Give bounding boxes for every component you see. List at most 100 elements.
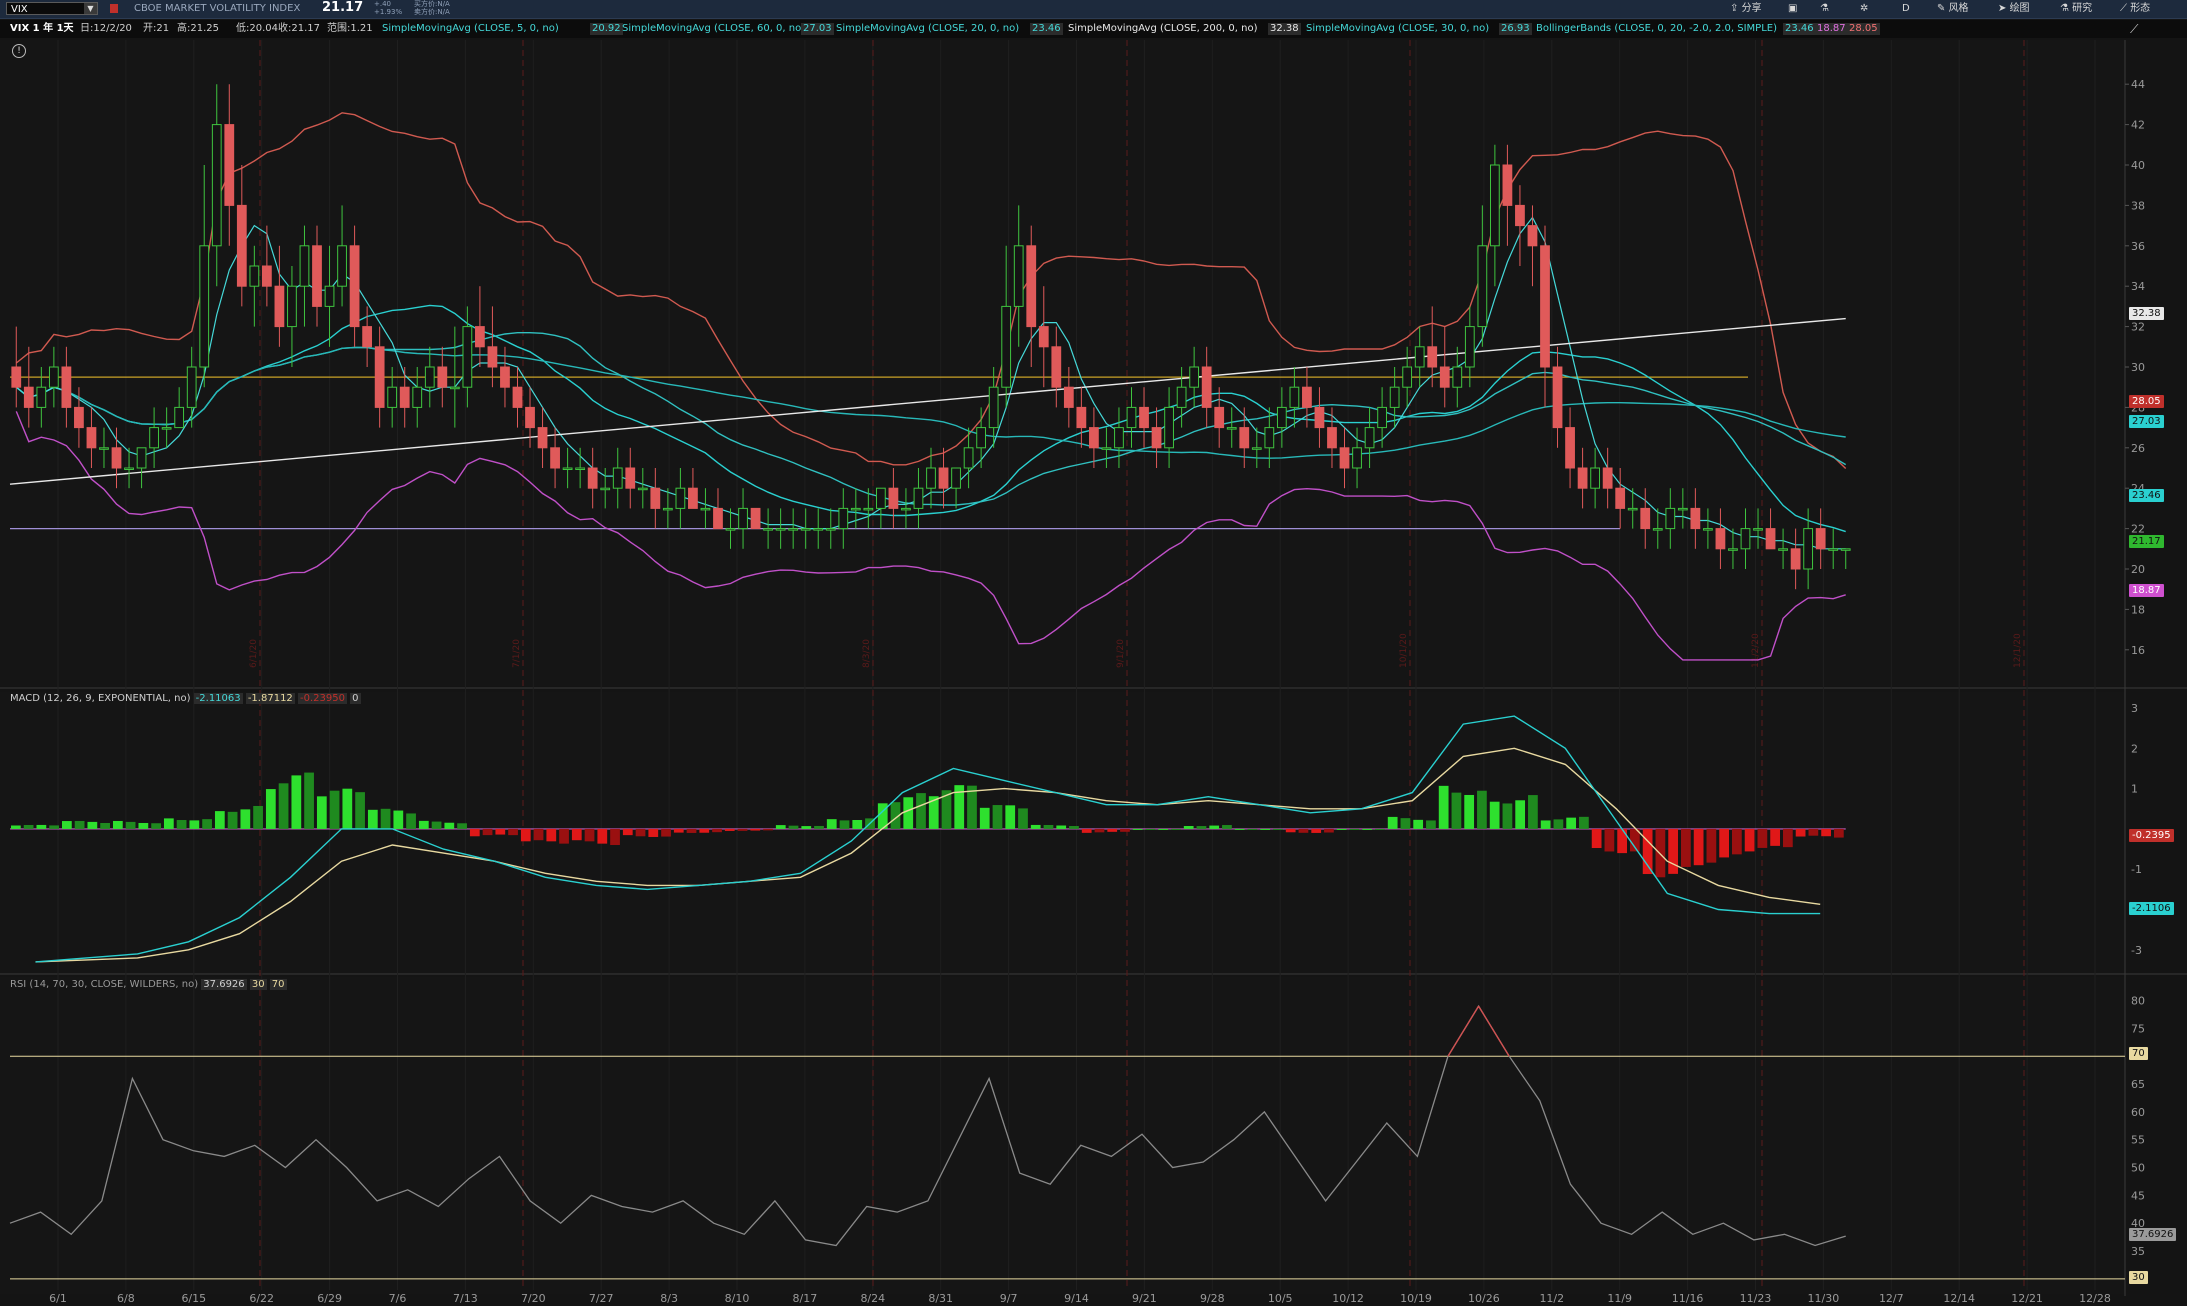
- macd-hist-bar: [138, 822, 149, 829]
- x-tick-label: 9/14: [1064, 1292, 1089, 1305]
- candle-body: [48, 366, 59, 388]
- candle-body: [11, 366, 22, 388]
- macd-title[interactable]: MACD (12, 26, 9, EXPONENTIAL, no): [10, 693, 190, 704]
- candle-body: [1176, 386, 1187, 408]
- macd-hist-bar: [1770, 828, 1780, 846]
- candle-body: [1677, 507, 1688, 511]
- macd-hist-bar: [788, 825, 799, 829]
- candle-body: [1477, 245, 1488, 328]
- macd-hist-bar: [23, 824, 34, 829]
- candle-body: [963, 447, 974, 469]
- candle-body: [1715, 528, 1726, 550]
- candle-body: [1464, 326, 1475, 368]
- macd-hist-bar: [699, 828, 710, 833]
- macd-hist-bar: [355, 792, 365, 829]
- macd-hist-bar: [737, 828, 748, 831]
- candle-body: [1089, 427, 1099, 449]
- candle-body: [1314, 406, 1325, 429]
- candle-body: [1226, 427, 1237, 430]
- candle-body: [174, 406, 185, 429]
- rsi-y-tick-label: 60: [2131, 1106, 2145, 1119]
- sma20-tag: 23.46: [2129, 489, 2164, 502]
- candle-body: [562, 467, 573, 470]
- macd-zero: 0: [350, 693, 361, 704]
- candle-body: [1740, 528, 1751, 550]
- candle-body: [1201, 366, 1212, 408]
- macd-hist-bar: [1030, 824, 1041, 829]
- macd-hist-bar: [1005, 805, 1016, 829]
- candle-body: [863, 507, 874, 511]
- x-tick-label: 8/10: [725, 1292, 750, 1305]
- candle-body: [587, 467, 598, 489]
- x-tick-label: 6/1: [49, 1292, 67, 1305]
- macd-hist-bar: [329, 790, 340, 829]
- macd-hist-bar: [839, 820, 850, 829]
- candle-body: [988, 386, 999, 429]
- x-tick-label: 12/21: [2011, 1292, 2043, 1305]
- month-label: 7/1/20: [512, 639, 522, 668]
- macd-hist-bar: [1515, 800, 1526, 829]
- macd-hist-bar: [342, 788, 353, 829]
- candle-body: [800, 528, 811, 531]
- month-label: 10/1/20: [1399, 633, 1409, 668]
- candle-body: [875, 487, 886, 509]
- macd-hist-bar: [992, 805, 1003, 829]
- candle-body: [23, 386, 34, 408]
- y-tick-label: 30: [2131, 361, 2145, 374]
- macd-hist-bar: [176, 820, 187, 829]
- candle-body: [299, 245, 310, 287]
- sma200-tag: 32.38: [2129, 307, 2164, 320]
- rsi-y-tick-label: 45: [2131, 1189, 2145, 1202]
- macd-hist-bar: [36, 824, 47, 829]
- candle-body: [901, 507, 911, 511]
- x-tick-label: 6/29: [317, 1292, 342, 1305]
- candle-body: [211, 124, 222, 247]
- candle-body: [775, 528, 786, 531]
- candle-body: [926, 467, 936, 489]
- y-tick-label: 44: [2131, 78, 2145, 91]
- drawing-tool-icon[interactable]: ⟋: [2130, 22, 2138, 37]
- x-tick-label: 8/31: [928, 1292, 953, 1305]
- price-panel: [0, 40, 2125, 686]
- candle-body: [349, 245, 360, 328]
- macd-hist-bar: [1094, 828, 1105, 833]
- macd-hist-bar: [508, 828, 518, 836]
- macd-hist-bar: [712, 828, 722, 833]
- month-label: 11/2/20: [1751, 633, 1761, 668]
- macd-hist-bar: [112, 820, 123, 829]
- y-tick-label: 18: [2131, 603, 2145, 616]
- macd-hist-bar: [1171, 828, 1181, 830]
- macd-hist-bar: [750, 828, 761, 831]
- month-label: 8/3/20: [862, 639, 872, 668]
- x-tick-label: 8/24: [860, 1292, 885, 1305]
- rsi-title[interactable]: RSI (14, 70, 30, CLOSE, WILDERS, no): [10, 979, 198, 990]
- candle-body: [161, 427, 172, 430]
- candle-body: [1251, 447, 1262, 450]
- candle-body: [399, 386, 410, 408]
- candle-body: [287, 285, 297, 328]
- x-tick-label: 10/12: [1332, 1292, 1364, 1305]
- macd-hist-bar: [1706, 828, 1717, 863]
- macd-hist-bar: [1349, 828, 1360, 830]
- candle-body: [500, 366, 510, 388]
- chart-canvas[interactable]: 6/1 6/8 6/15 6/22 6/29 7/6 7/13 7/20 7/27 8/3 8/10…: [0, 0, 2187, 1306]
- macd-hist-bar: [444, 822, 455, 829]
- rsi-ob-level: 70: [269, 979, 287, 990]
- candle-body: [1352, 447, 1362, 469]
- macd-hist-bar: [1209, 825, 1220, 829]
- x-tick-label: 6/15: [181, 1292, 206, 1305]
- x-tick-label: 7/13: [453, 1292, 478, 1305]
- candle-body: [1640, 507, 1651, 530]
- candle-body: [1753, 528, 1763, 531]
- macd-hist-bar: [1107, 828, 1118, 832]
- x-tick-label: 11/16: [1672, 1292, 1704, 1305]
- info-icon[interactable]: !: [12, 44, 26, 58]
- macd-hist-bar: [431, 821, 442, 829]
- bb-upper-tag: 28.05: [2129, 395, 2164, 408]
- macd-hist-bar: [1808, 828, 1819, 836]
- candle-body: [1778, 548, 1788, 551]
- x-tick-label: 10/19: [1400, 1292, 1432, 1305]
- candle-body: [387, 386, 398, 408]
- candle-body: [913, 487, 924, 509]
- x-tick-label: 6/8: [117, 1292, 135, 1305]
